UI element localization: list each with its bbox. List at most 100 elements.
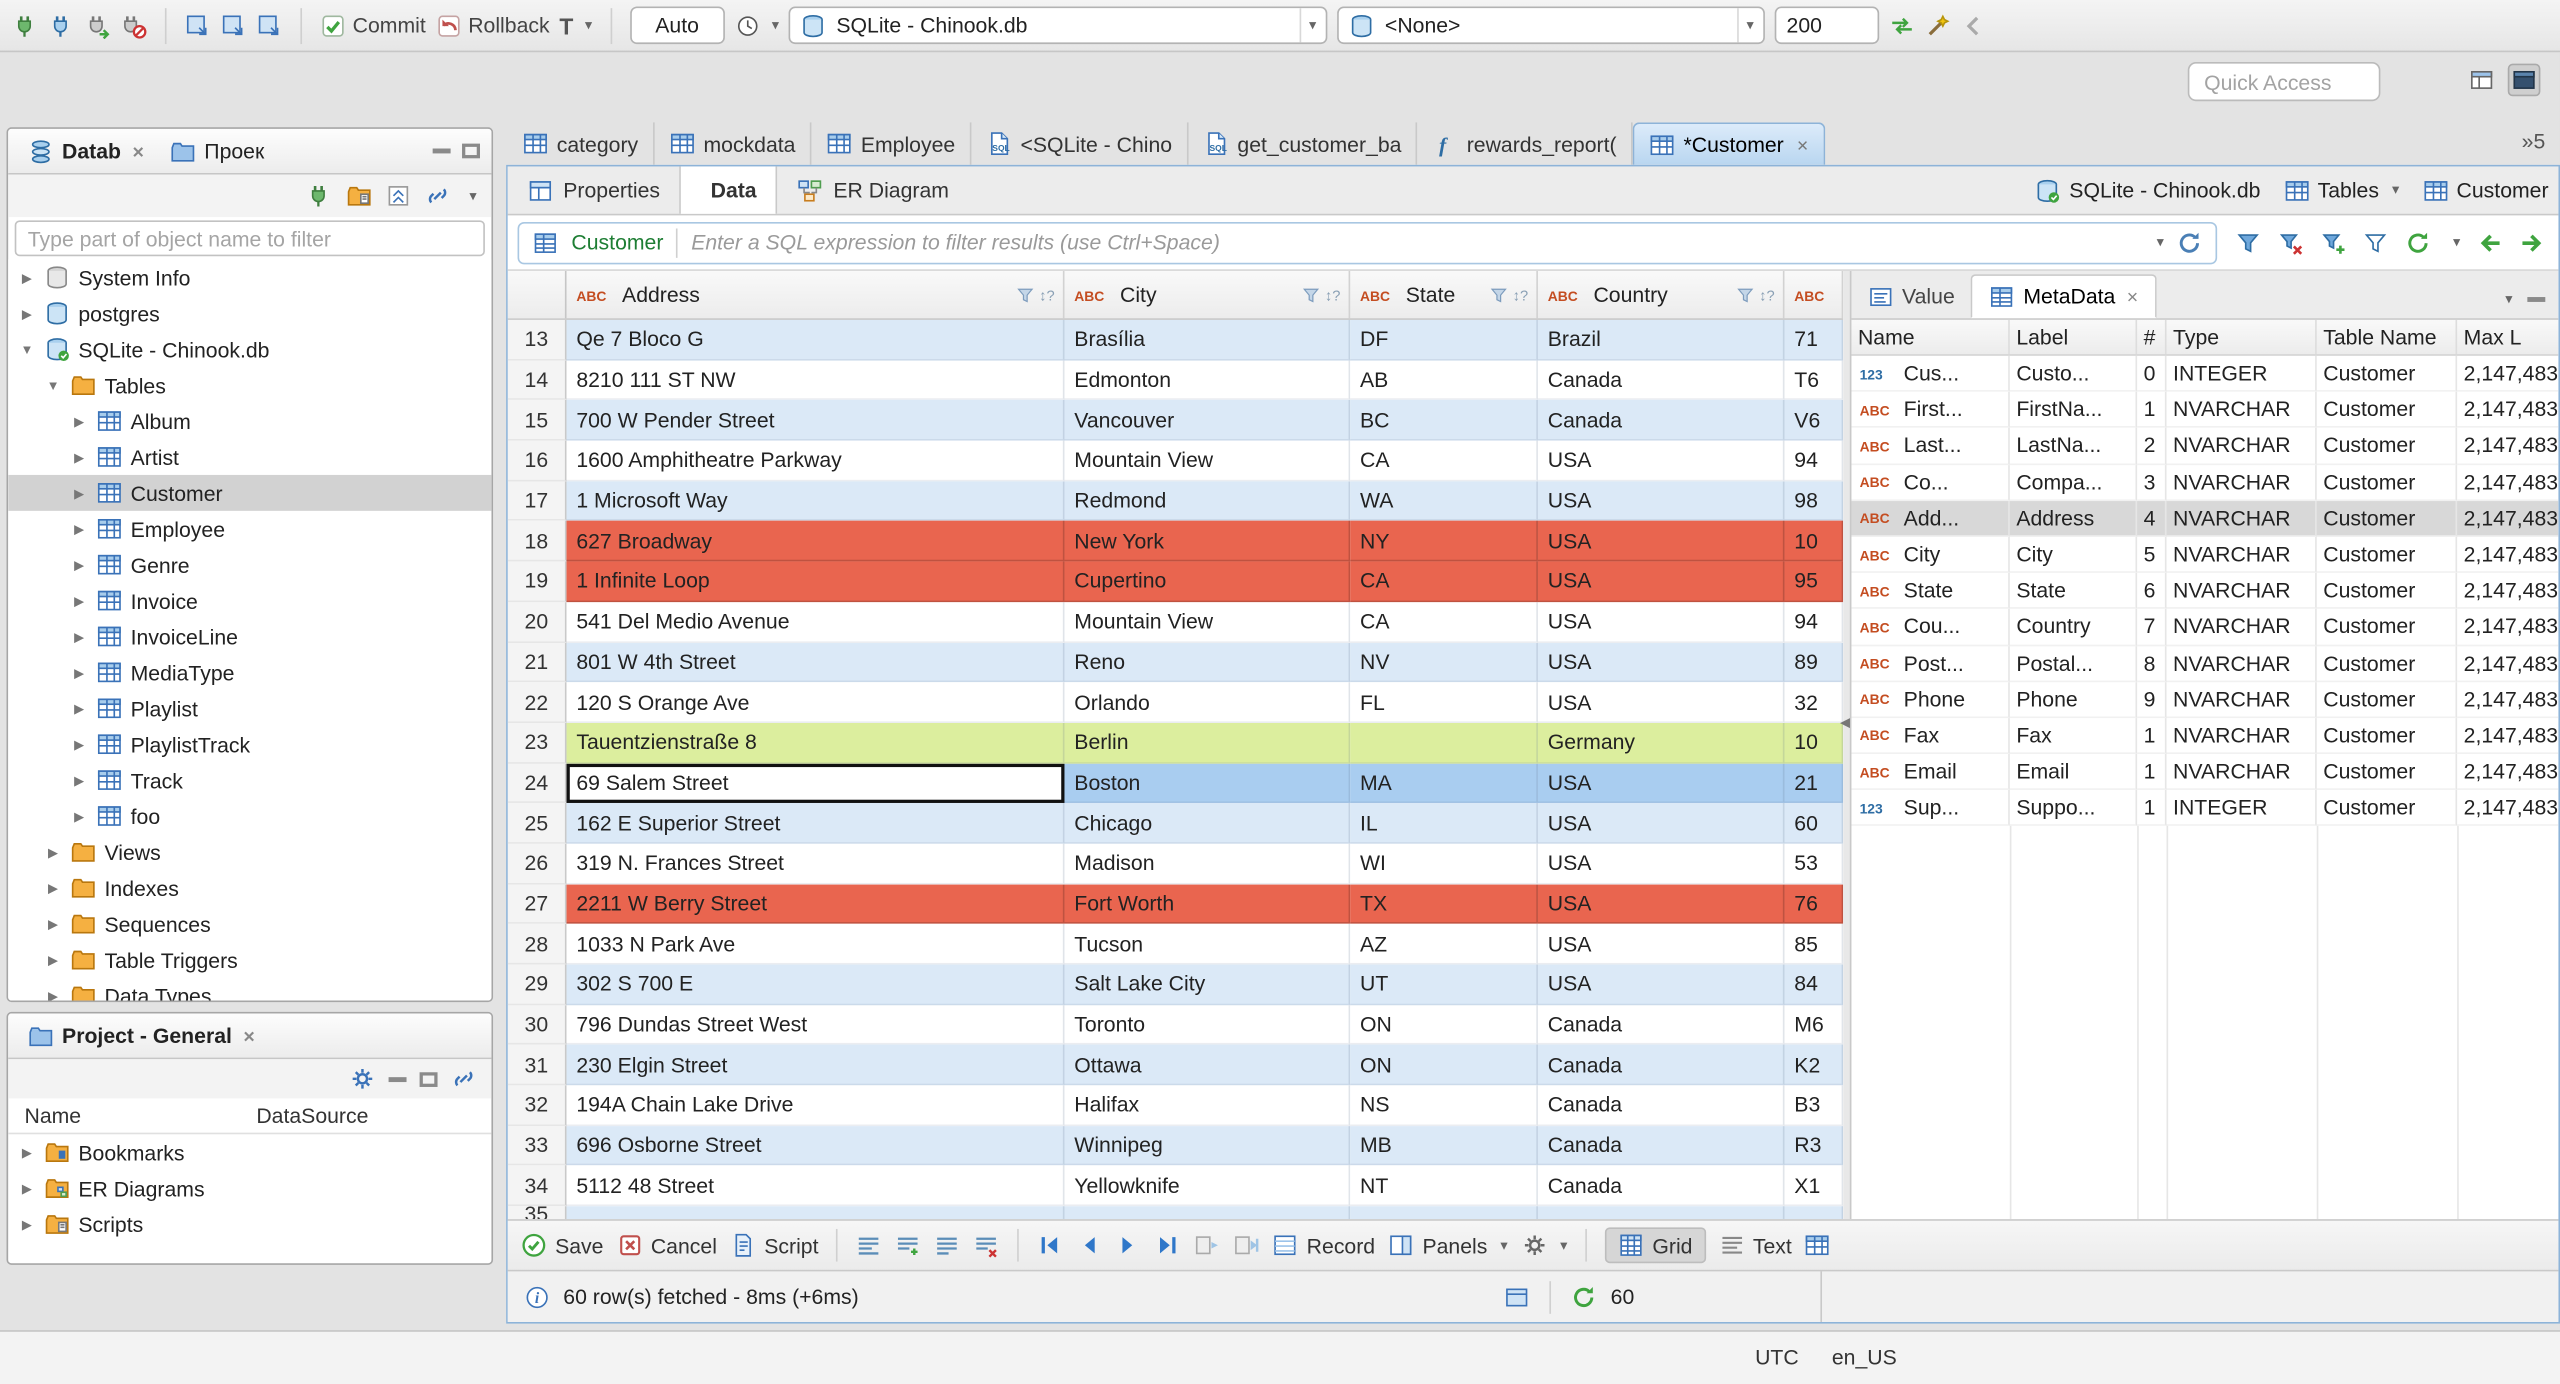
cell-postal[interactable]: 76 bbox=[1784, 883, 1844, 925]
cell-postal[interactable]: 71 bbox=[1784, 319, 1844, 361]
schema-select[interactable]: <None> ▾ bbox=[1337, 6, 1766, 45]
sql-console-icon[interactable] bbox=[256, 12, 282, 38]
tree-item-genre[interactable]: ▶ Genre bbox=[8, 547, 491, 583]
row-number[interactable]: 24 bbox=[507, 763, 567, 804]
fetch-size-input[interactable]: 200 bbox=[1775, 6, 1880, 45]
tree-item-sequences[interactable]: ▶ Sequences bbox=[8, 906, 491, 942]
cell-state[interactable]: WA bbox=[1350, 481, 1538, 522]
tree-item-invoiceline[interactable]: ▶ InvoiceLine bbox=[8, 619, 491, 655]
dbeaver-perspective-icon[interactable] bbox=[2507, 63, 2541, 97]
metadata-row[interactable]: ABC State State 6 NVARCHAR Customer 2,147,483 bbox=[1851, 573, 2559, 610]
tree-item-playlisttrack[interactable]: ▶ PlaylistTrack bbox=[8, 726, 491, 762]
cell-state[interactable]: AZ bbox=[1350, 924, 1538, 965]
cell-country[interactable]: USA bbox=[1537, 521, 1785, 562]
cell-state[interactable]: ON bbox=[1350, 1004, 1538, 1046]
filter-sort-indicator[interactable]: ↕? bbox=[1302, 285, 1340, 305]
edit-value-icon[interactable] bbox=[856, 1232, 882, 1258]
cell-city[interactable]: Madison bbox=[1064, 843, 1351, 884]
column-header-address[interactable]: ABC Address ↕? bbox=[567, 270, 1065, 319]
expander-icon[interactable]: ▶ bbox=[70, 629, 88, 644]
cell-city[interactable]: Orlando bbox=[1064, 682, 1351, 723]
cell-address[interactable]: 796 Dundas Street West bbox=[566, 1004, 1065, 1046]
expander-icon[interactable]: ▶ bbox=[70, 557, 88, 572]
cell-postal[interactable]: 10 bbox=[1784, 521, 1844, 562]
cell-address[interactable]: 1033 N Park Ave bbox=[566, 924, 1065, 965]
expander-icon[interactable]: ▶ bbox=[70, 521, 88, 536]
navigator-filter-input[interactable]: Type part of object name to filter bbox=[14, 220, 485, 257]
cell-postal[interactable]: M6 bbox=[1784, 1004, 1844, 1046]
cell-address[interactable] bbox=[566, 1206, 1065, 1220]
cell-state[interactable]: NS bbox=[1350, 1085, 1538, 1126]
column-header-city[interactable]: ABC City ↕? bbox=[1064, 270, 1351, 319]
cell-postal[interactable]: 60 bbox=[1784, 803, 1844, 844]
filter-remove-icon[interactable] bbox=[2278, 229, 2304, 255]
cell-state[interactable]: NY bbox=[1350, 521, 1538, 562]
tab-projects[interactable]: Проек bbox=[157, 129, 277, 173]
cell-address[interactable]: 230 Elgin Street bbox=[566, 1045, 1065, 1086]
meta-column-item[interactable]: # bbox=[2137, 319, 2167, 355]
row-number[interactable]: 20 bbox=[507, 601, 567, 643]
metadata-row[interactable]: ABC Email Email 1 NVARCHAR Customer 2,147,483 bbox=[1851, 754, 2559, 791]
cell-city[interactable]: Tucson bbox=[1064, 924, 1351, 965]
cell-address[interactable]: 69 Salem Street bbox=[566, 763, 1065, 804]
cell-postal[interactable]: 10 bbox=[1784, 722, 1844, 764]
cell-country[interactable] bbox=[1537, 1206, 1785, 1220]
table-view-icon[interactable] bbox=[1805, 1232, 1831, 1258]
txn-history-button[interactable]: ▾ bbox=[734, 12, 779, 38]
editor-tab-category[interactable]: category bbox=[508, 122, 655, 165]
expander-icon[interactable]: ▶ bbox=[70, 593, 88, 608]
row-number[interactable]: 16 bbox=[507, 440, 567, 482]
cell-address[interactable]: 2211 W Berry Street bbox=[566, 883, 1065, 925]
cell-city[interactable]: Fort Worth bbox=[1064, 883, 1351, 925]
cell-country[interactable]: Canada bbox=[1537, 1045, 1785, 1086]
generate-sql-icon[interactable] bbox=[1925, 12, 1951, 38]
tree-item-artist[interactable]: ▶ Artist bbox=[8, 439, 491, 475]
expander-icon[interactable]: ▶ bbox=[44, 988, 62, 1000]
cell-state[interactable]: CA bbox=[1350, 561, 1538, 602]
expander-icon[interactable]: ▶ bbox=[44, 881, 62, 896]
first-row-icon[interactable] bbox=[1037, 1232, 1063, 1258]
tree-item-sqlite-chinook-db[interactable]: ▼ SQLite - Chinook.db bbox=[8, 331, 491, 367]
expander-icon[interactable]: ▶ bbox=[44, 916, 62, 931]
back-icon[interactable] bbox=[1961, 12, 1987, 38]
cell-state[interactable]: AB bbox=[1350, 360, 1538, 401]
filter-sort-indicator[interactable]: ↕? bbox=[1736, 285, 1775, 305]
metadata-row[interactable]: ABC Post... Postal... 8 NVARCHAR Customer 2,14… bbox=[1851, 645, 2559, 682]
cell-city[interactable]: Redmond bbox=[1064, 481, 1351, 522]
row-number[interactable]: 35 bbox=[507, 1206, 567, 1220]
cell-address[interactable]: Tauentzienstraße 8 bbox=[566, 722, 1065, 764]
transaction-log-button[interactable]: T ▾ bbox=[559, 12, 592, 38]
cell-state[interactable]: MB bbox=[1350, 1125, 1538, 1167]
expander-icon[interactable]: ▶ bbox=[18, 1181, 36, 1196]
metadata-row[interactable]: ABC Last... LastNa... 2 NVARCHAR Customer 2,14… bbox=[1851, 428, 2559, 465]
tree-item-postgres[interactable]: ▶ postgres bbox=[8, 295, 491, 331]
meta-column-label[interactable]: Label bbox=[2010, 319, 2138, 355]
tab-value[interactable]: Value bbox=[1851, 274, 1971, 318]
meta-column-name[interactable]: Name bbox=[1851, 319, 2010, 355]
cell-state[interactable]: DF bbox=[1350, 319, 1538, 361]
cell-postal[interactable]: 53 bbox=[1784, 843, 1844, 884]
metadata-row[interactable]: 123 Sup... Suppo... 1 INTEGER Customer 2,147,4… bbox=[1851, 790, 2559, 827]
expander-icon[interactable]: ▶ bbox=[70, 809, 88, 824]
cell-country[interactable]: USA bbox=[1537, 682, 1785, 723]
settings-icon[interactable] bbox=[349, 1066, 375, 1092]
close-tab-icon[interactable]: × bbox=[1797, 133, 1808, 156]
panels-button[interactable]: Panels ▾ bbox=[1388, 1232, 1508, 1258]
tree-item-playlist[interactable]: ▶ Playlist bbox=[8, 690, 491, 726]
refresh-icon[interactable] bbox=[1570, 1284, 1596, 1310]
row-number[interactable]: 27 bbox=[507, 883, 567, 925]
cell-postal[interactable]: 94 bbox=[1784, 601, 1844, 643]
open-perspective-icon[interactable] bbox=[2469, 67, 2495, 93]
cell-address[interactable]: 696 Osborne Street bbox=[566, 1125, 1065, 1167]
cell-address[interactable]: 541 Del Medio Avenue bbox=[566, 601, 1065, 643]
link-editor-icon[interactable] bbox=[425, 183, 451, 209]
expander-icon[interactable]: ▶ bbox=[18, 306, 36, 321]
expander-icon[interactable]: ▶ bbox=[70, 450, 88, 465]
tree-item-track[interactable]: ▶ Track bbox=[8, 762, 491, 798]
context-connection[interactable]: SQLite - Chinook.db bbox=[2035, 177, 2260, 203]
cell-city[interactable]: Salt Lake City bbox=[1064, 964, 1351, 1005]
cell-country[interactable]: USA bbox=[1537, 843, 1785, 884]
cell-address[interactable]: 319 N. Frances Street bbox=[566, 843, 1065, 884]
filter-icon[interactable] bbox=[2236, 229, 2262, 255]
cell-address[interactable]: 1 Microsoft Way bbox=[566, 481, 1065, 522]
